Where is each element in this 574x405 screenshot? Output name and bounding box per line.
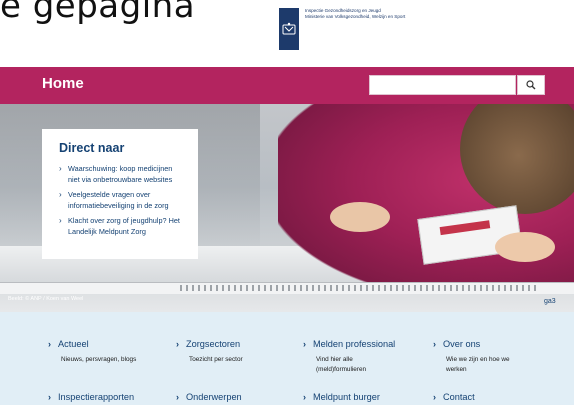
chevron-right-icon: › <box>433 392 436 402</box>
nav-item-zorgsectoren[interactable]: › Zorgsectoren Toezicht per sector <box>176 339 288 365</box>
direct-naar-link[interactable]: › Waarschuwing: koop medicijnen niet via … <box>59 164 184 185</box>
hero-hand-left <box>330 202 390 232</box>
nav-item-over-ons[interactable]: › Over ons Wie we zijn en hoe we werken <box>433 339 523 375</box>
chevron-right-icon: › <box>59 164 62 173</box>
nav-item-title: Melden professional <box>313 339 396 349</box>
nav-item-title: Inspectierapporten <box>58 392 135 402</box>
nav-item-title: Meldpunt burger <box>313 392 380 402</box>
hero-hand-right <box>495 232 555 262</box>
direct-naar-link-label: Klacht over zorg of jeugdhulp? Het Lande… <box>68 216 180 236</box>
nav-item-title: Onderwerpen <box>186 392 242 402</box>
chevron-right-icon: › <box>48 339 51 349</box>
chevron-right-icon: › <box>176 339 179 349</box>
search-button[interactable] <box>517 75 545 95</box>
hero-ruler <box>180 285 540 291</box>
direct-naar-link-label: Veelgestelde vragen over informatiebevei… <box>68 190 169 210</box>
search-input[interactable] <box>369 75 516 95</box>
direct-naar-link[interactable]: › Veelgestelde vragen over informatiebeve… <box>59 190 184 211</box>
nav-item-desc: Toezicht per sector <box>189 356 243 363</box>
nav-item-meldpunt-burger[interactable]: › Meldpunt burger <box>303 392 380 402</box>
direct-naar-panel: Direct naar › Waarschuwing: koop medicijn… <box>42 129 198 259</box>
direct-naar-link[interactable]: › Klacht over zorg of jeugdhulp? Het Land… <box>59 216 184 237</box>
nav-item-inspectierapporten[interactable]: › Inspectierapporten <box>48 392 134 402</box>
cropped-page-heading: e gepagina <box>0 0 196 26</box>
chevron-right-icon: › <box>303 392 306 402</box>
logo-text: Inspectie Gezondheidszorg en Jeugd Minis… <box>305 8 425 20</box>
nav-item-desc: Nieuws, persvragen, blogs <box>61 356 137 363</box>
direct-naar-heading: Direct naar <box>59 141 125 155</box>
nav-item-desc: Wie we zijn en hoe we werken <box>446 356 510 373</box>
chevron-right-icon: › <box>59 216 62 225</box>
image-credit: Beeld: © ANP / Koen van Weel <box>8 296 84 302</box>
rijkswapen-icon <box>279 8 299 50</box>
direct-naar-list: › Waarschuwing: koop medicijnen niet via … <box>59 164 184 237</box>
nav-item-title: Over ons <box>443 339 481 349</box>
footer-navigation: › Actueel Nieuws, persvragen, blogs › Zorg… <box>0 312 574 405</box>
nav-item-contact[interactable]: › Contact <box>433 392 475 402</box>
nav-item-title: Zorgsectoren <box>186 339 241 349</box>
header-bar: Home <box>0 67 574 104</box>
chevron-right-icon: › <box>59 190 62 199</box>
chevron-right-icon: › <box>433 339 436 349</box>
nav-item-title: Contact <box>443 392 475 402</box>
hero-badge: ga3 <box>544 298 556 305</box>
search-icon <box>526 80 536 90</box>
nav-item-desc: Vind hier alle (meld)formulieren <box>316 356 367 373</box>
page-title: Home <box>42 75 84 92</box>
nav-item-onderwerpen[interactable]: › Onderwerpen <box>176 392 242 402</box>
chevron-right-icon: › <box>176 392 179 402</box>
logo-line-2: Ministerie van Volksgezondheid, Welzijn … <box>305 14 406 20</box>
chevron-right-icon: › <box>48 392 51 402</box>
nav-item-actueel[interactable]: › Actueel Nieuws, persvragen, blogs <box>48 339 160 365</box>
logo[interactable]: Inspectie Gezondheidszorg en Jeugd Minis… <box>279 8 425 50</box>
direct-naar-link-label: Waarschuwing: koop medicijnen niet via o… <box>68 164 173 184</box>
nav-item-title: Actueel <box>58 339 89 349</box>
nav-item-melden-professional[interactable]: › Melden professional Vind hier alle (mel… <box>303 339 395 375</box>
chevron-right-icon: › <box>303 339 306 349</box>
